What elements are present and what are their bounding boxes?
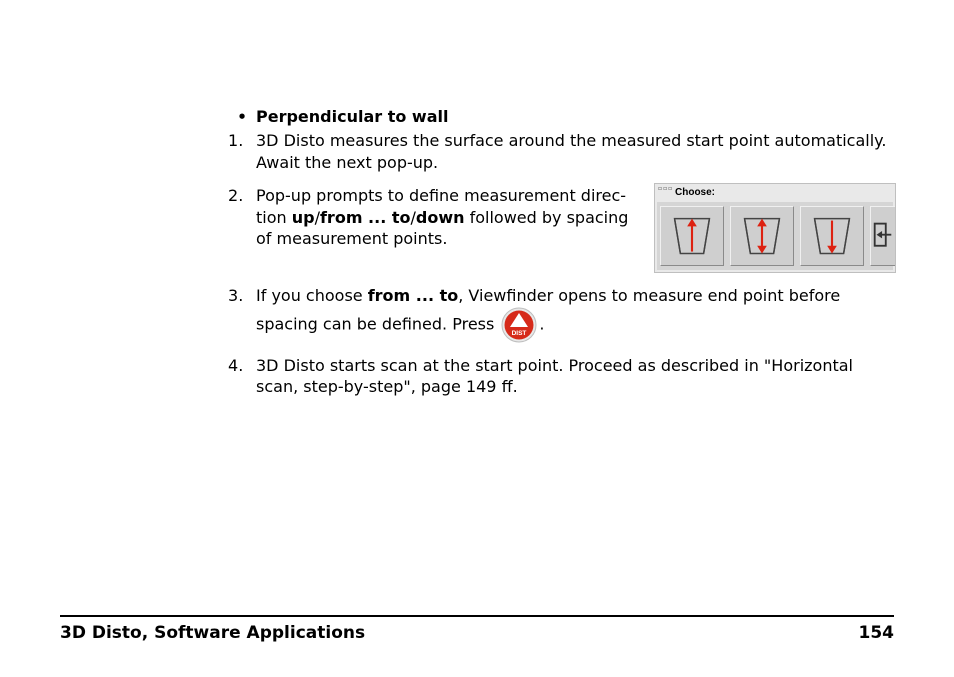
document-page: • Perpendicular to wall 3D Disto measure… bbox=[0, 0, 954, 677]
popup-title: Choose: bbox=[675, 186, 715, 200]
popup-toolbar bbox=[657, 202, 893, 270]
dist-icon: DIST bbox=[501, 307, 537, 343]
exit-button[interactable] bbox=[870, 206, 896, 266]
step-3: If you choose from ... to, Viewfinder op… bbox=[228, 285, 894, 343]
page-number: 154 bbox=[859, 623, 895, 643]
page-footer: 3D Disto, Software Applications 154 bbox=[60, 615, 894, 643]
step-1: 3D Disto measures the surface around the… bbox=[228, 130, 894, 173]
step-2: Pop-up prompts to define measurement dir… bbox=[228, 185, 894, 273]
direction-up-button[interactable] bbox=[660, 206, 724, 266]
footer-rule bbox=[60, 615, 894, 617]
step-4: 3D Disto starts scan at the start point.… bbox=[228, 355, 894, 398]
direction-from-to-button[interactable] bbox=[730, 206, 794, 266]
popup-grip-icon: ▫▫▫ bbox=[658, 185, 673, 193]
direction-down-button[interactable] bbox=[800, 206, 864, 266]
bullet-heading: Perpendicular to wall bbox=[256, 107, 448, 126]
bullet-marker: • bbox=[228, 108, 256, 126]
footer-title: 3D Disto, Software Applications bbox=[60, 623, 365, 643]
bullet-item: • Perpendicular to wall bbox=[228, 107, 894, 126]
choose-popup: ▫▫▫ Choose: bbox=[654, 183, 896, 273]
svg-text:DIST: DIST bbox=[512, 330, 527, 337]
step-2-text: Pop-up prompts to define measurement dir… bbox=[256, 185, 640, 250]
ordered-steps: 3D Disto measures the surface around the… bbox=[228, 130, 894, 398]
step-1-text: 3D Disto measures the surface around the… bbox=[256, 131, 886, 172]
step-4-text: 3D Disto starts scan at the start point.… bbox=[256, 356, 853, 397]
